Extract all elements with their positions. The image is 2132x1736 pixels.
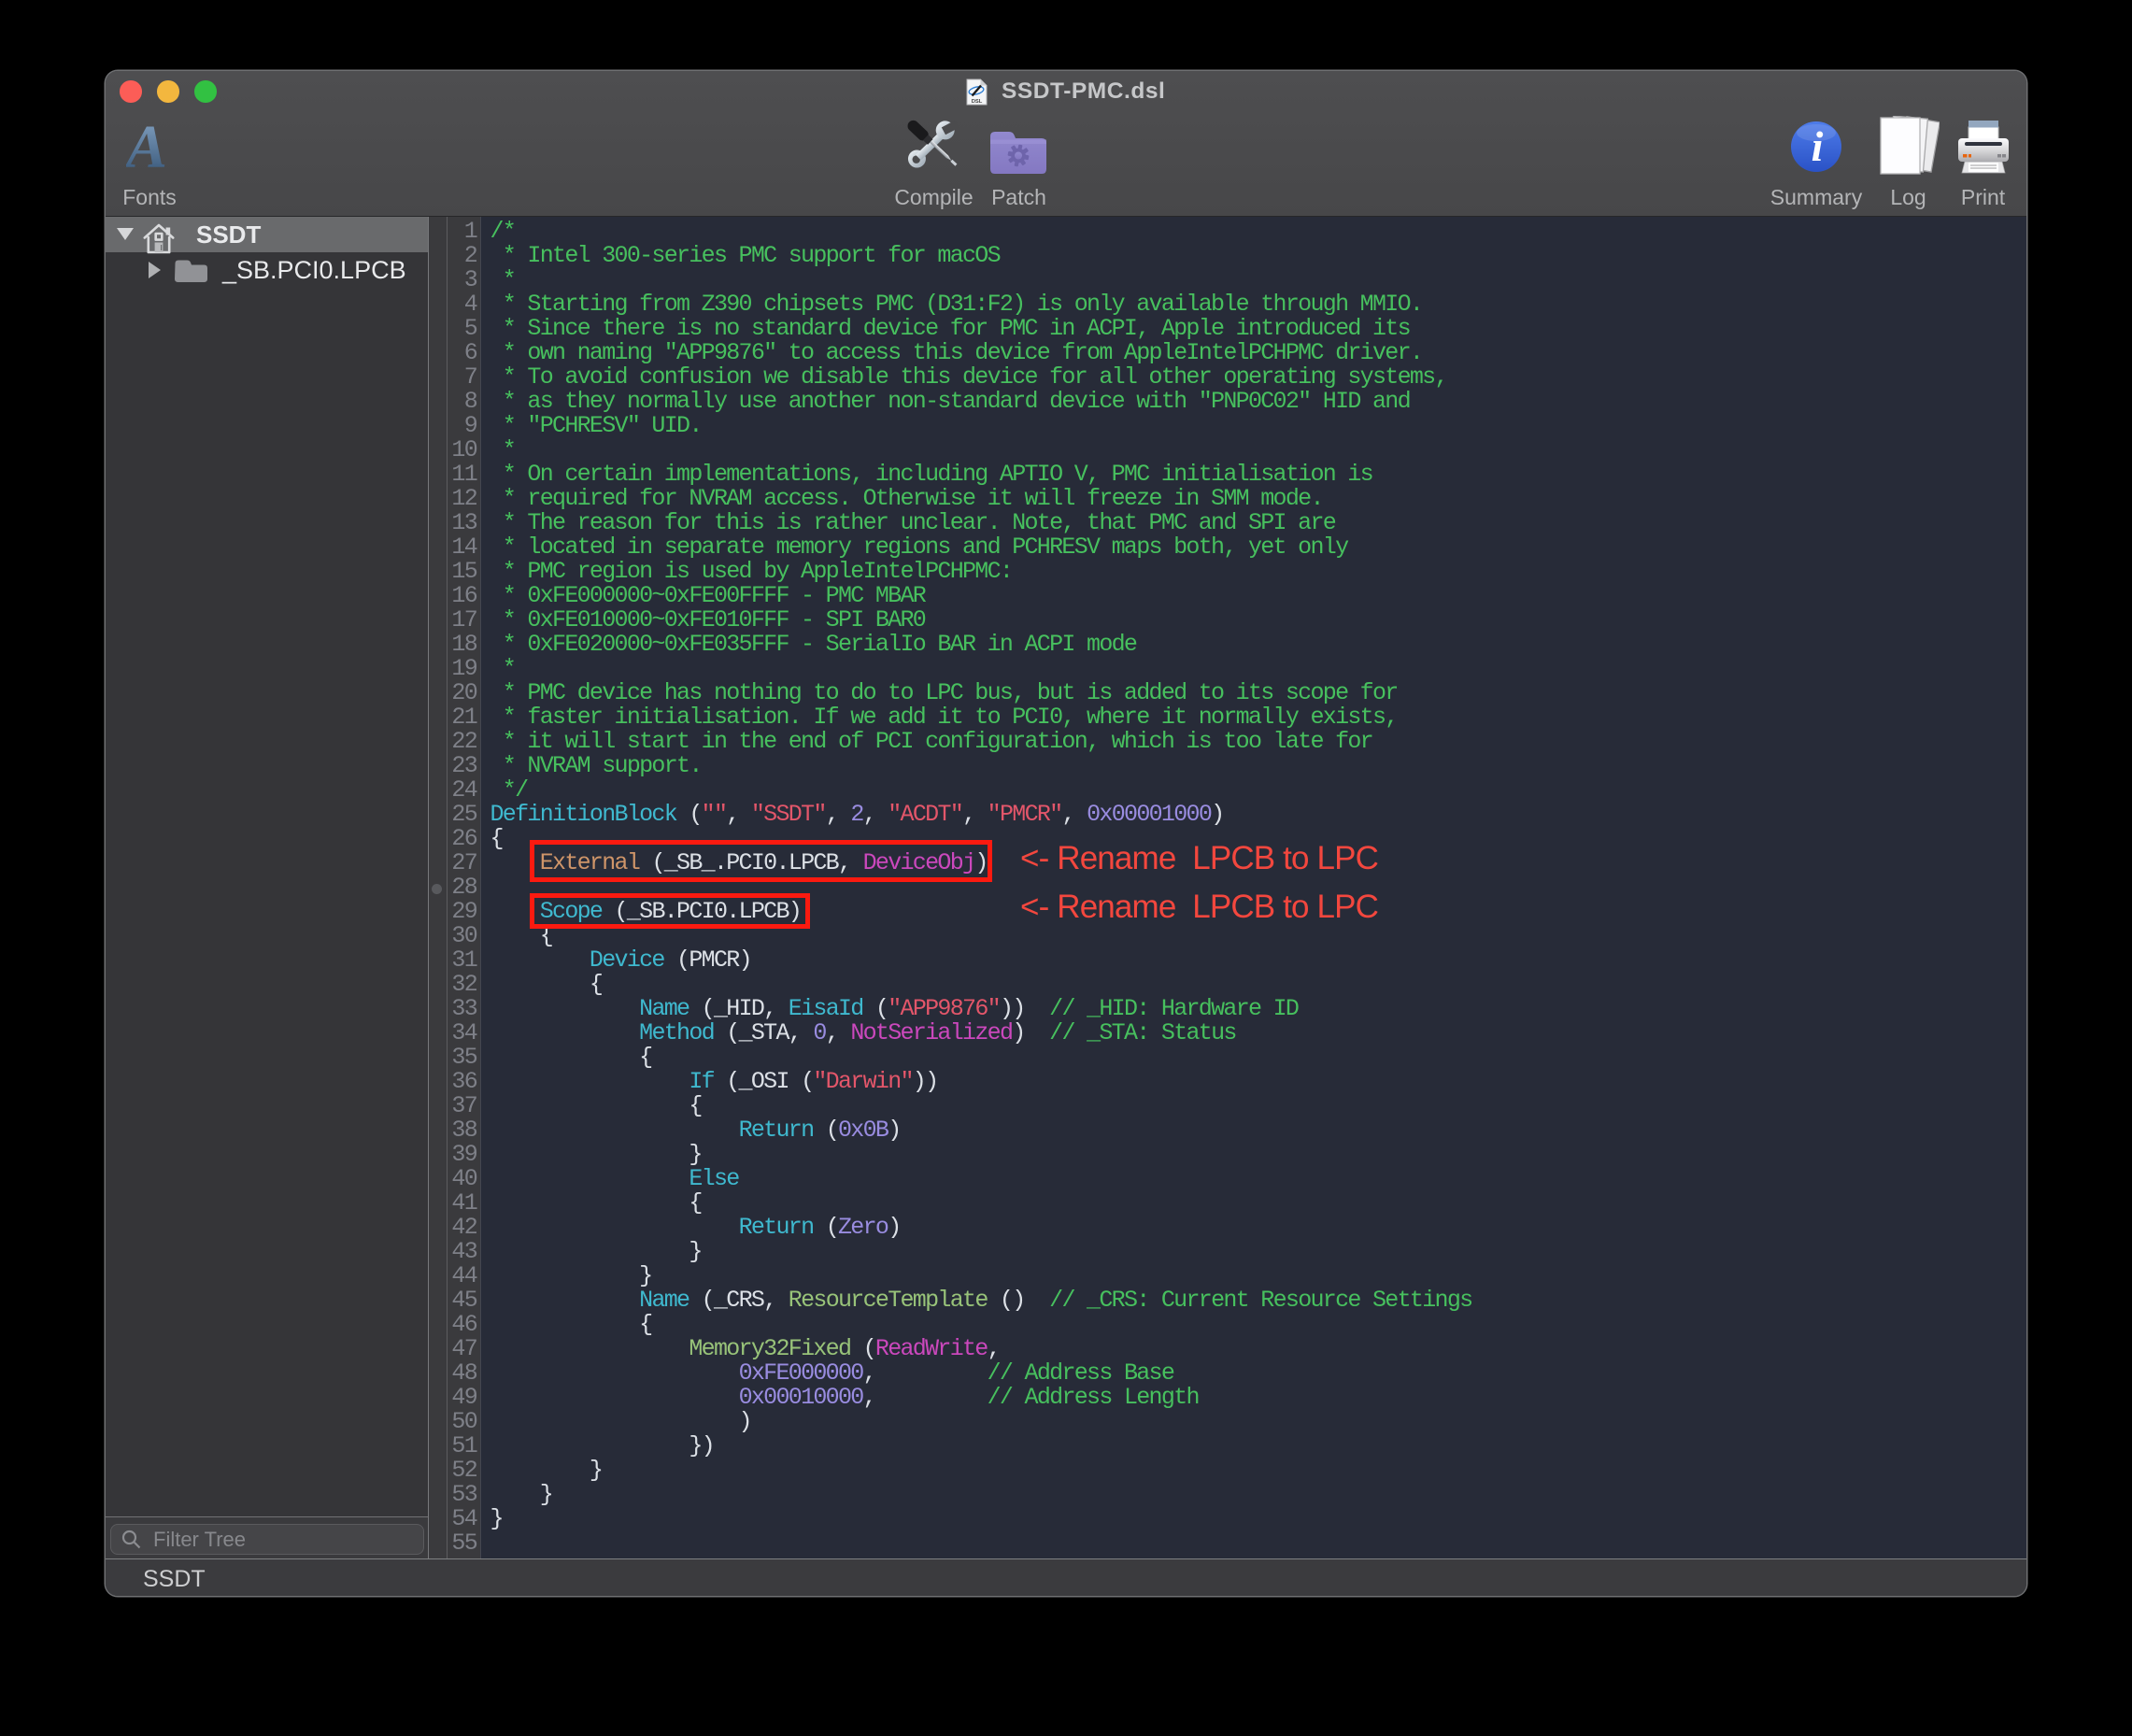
svg-text:i: i [1812,122,1824,170]
svg-text:DSL: DSL [972,99,983,105]
